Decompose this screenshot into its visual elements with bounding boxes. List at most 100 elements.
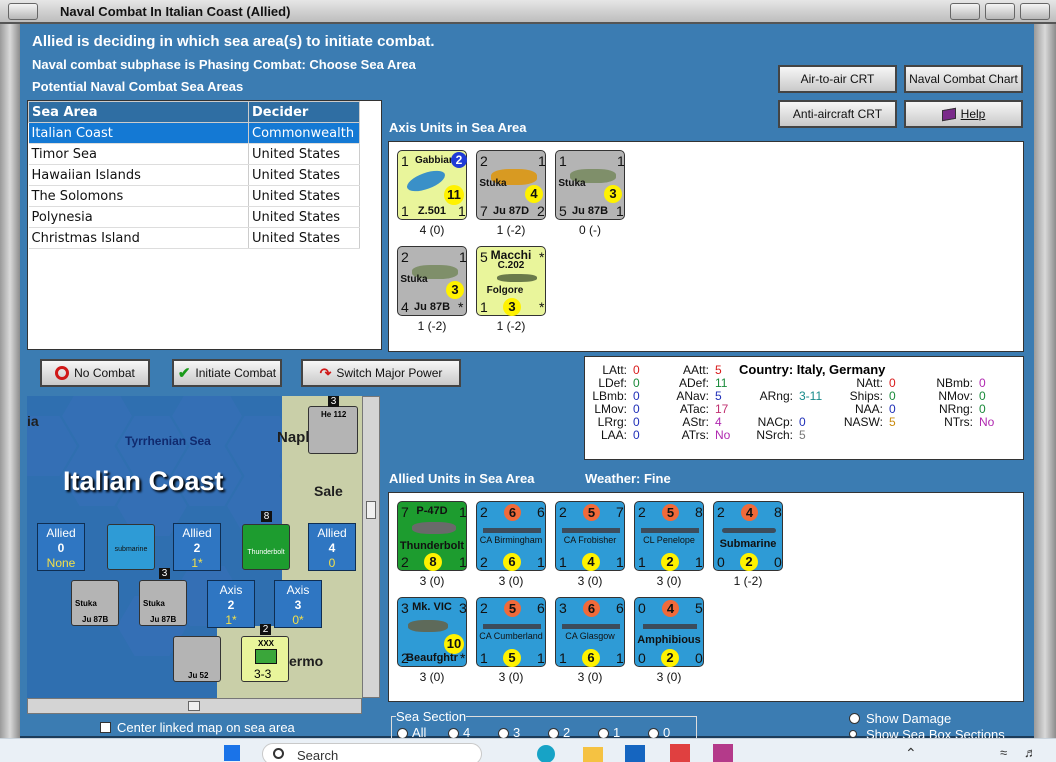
- unit-name: Stuka: [400, 274, 428, 285]
- allied-unit-cl-penelope[interactable]: 2 5 8 CL Penelope 1 2 1: [634, 501, 704, 571]
- unit-value: 1: [559, 554, 567, 570]
- unit-name: CA Birmingham: [479, 535, 543, 545]
- table-row[interactable]: Polynesia United States: [28, 206, 360, 228]
- sea-area-cell: Christmas Island: [28, 227, 249, 249]
- help-button[interactable]: Help: [904, 100, 1023, 128]
- axis-unit-stuka-d[interactable]: 2 1 Stuka 4 7 Ju 87D 2: [476, 150, 546, 220]
- app-icon[interactable]: [670, 744, 690, 762]
- table-row[interactable]: Christmas Island United States: [28, 227, 360, 249]
- sea-area-table[interactable]: Sea Area Decider Italian Coast Commonwealt…: [27, 100, 382, 350]
- table-row[interactable]: Italian Coast Commonwealth: [28, 122, 360, 144]
- show-damage-radio[interactable]: [849, 713, 860, 724]
- table-row[interactable]: Timor Sea United States: [28, 143, 360, 165]
- air-to-air-crt-button[interactable]: Air-to-air CRT: [778, 65, 897, 93]
- weather-label: Weather: Fine: [585, 471, 671, 486]
- unit-value: 1: [616, 554, 624, 570]
- taskbar: Search ⌃ ≈ ♬: [0, 738, 1056, 762]
- allied-unit-submarine[interactable]: 2 4 8 Submarine 0 2 0: [713, 501, 783, 571]
- scroll-thumb[interactable]: [366, 501, 376, 519]
- allied-unit-ca-birmingham[interactable]: 2 6 6 CA Birmingham 2 6 1: [476, 501, 546, 571]
- unit-value: 6: [616, 600, 624, 616]
- stat-label: NRng:: [938, 402, 973, 416]
- stat-label: NSrch:: [756, 428, 793, 442]
- allied-box-1[interactable]: Allied 0 None: [37, 523, 85, 571]
- map-vertical-scrollbar[interactable]: [362, 396, 380, 698]
- stat-value: 0: [889, 376, 896, 390]
- he112-counter[interactable]: He 112: [308, 406, 358, 454]
- taskbar-search-box[interactable]: Search: [262, 743, 482, 762]
- submarine-counter[interactable]: submarine: [107, 524, 155, 570]
- axis-unit-stuka-b[interactable]: 1 1 Stuka 3 5 Ju 87B 1: [555, 150, 625, 220]
- unit-sub-value: 3 (0): [656, 574, 682, 588]
- unit-value: 1: [695, 554, 703, 570]
- ju52-counter[interactable]: Ju 52: [173, 636, 221, 682]
- show-sea-box-radio[interactable]: [849, 730, 857, 738]
- chevron-up-icon[interactable]: ⌃: [905, 745, 917, 762]
- game-icon[interactable]: [713, 744, 733, 762]
- unit-sub-value: 0 (-): [579, 223, 601, 237]
- no-combat-button[interactable]: No Combat: [40, 359, 150, 387]
- switch-major-power-button[interactable]: ↷ Switch Major Power: [301, 359, 461, 387]
- naval-combat-chart-button[interactable]: Naval Combat Chart: [904, 65, 1023, 93]
- axis-box-1[interactable]: Axis 2 1*: [207, 580, 255, 628]
- unit-value: 2: [480, 504, 488, 520]
- anti-aircraft-crt-button[interactable]: Anti-aircraft CRT: [778, 100, 897, 128]
- file-explorer-icon[interactable]: [583, 747, 603, 762]
- unit-value: 6: [537, 600, 545, 616]
- unit-type: Thunderbolt: [399, 540, 465, 552]
- windows-start-icon[interactable]: [224, 745, 240, 761]
- unit-value: 1: [459, 554, 467, 570]
- unit-value: 2: [480, 600, 488, 616]
- unit-value: 1: [616, 203, 624, 219]
- unit-value: 1: [559, 650, 567, 666]
- axis-unit-gabbiano[interactable]: 1 Gabbiano 2 11 1 Z.501 1: [397, 150, 467, 220]
- anti-aircraft-label: Anti-aircraft CRT: [792, 107, 883, 121]
- thunderbolt-counter[interactable]: Thunderbolt: [242, 524, 290, 570]
- unit-value: 1: [458, 203, 466, 219]
- col-sea-area[interactable]: Sea Area: [28, 101, 249, 123]
- photos-icon[interactable]: [625, 745, 645, 762]
- window-title: Naval Combat In Italian Coast (Allied): [60, 4, 291, 19]
- table-row[interactable]: The Solomons United States: [28, 185, 360, 207]
- map-horizontal-scrollbar[interactable]: [27, 698, 362, 714]
- checkmark-icon: ✔: [177, 365, 191, 382]
- allied-unit-thunderbolt[interactable]: 7 P-47D 1 Thunderbolt 2 8 1: [397, 501, 467, 571]
- allied-unit-amphibious[interactable]: 0 4 5 Amphibious 0 2 0: [634, 597, 704, 667]
- edge-icon[interactable]: [537, 745, 555, 762]
- close-button[interactable]: [1020, 3, 1050, 20]
- wifi-icon[interactable]: ≈: [1000, 745, 1007, 760]
- axis-unit-stuka-b2[interactable]: 2 1 Stuka 3 4 Ju 87B *: [397, 246, 467, 316]
- allied-unit-beaufighter[interactable]: 3 Mk. VIC 3 10 2 Beaufghtr *: [397, 597, 467, 667]
- decider-cell: United States: [248, 227, 360, 249]
- sea-area-cell: Italian Coast: [28, 122, 249, 144]
- maximize-button[interactable]: [985, 3, 1015, 20]
- stuka-counter[interactable]: Stuka Ju 87B: [139, 580, 187, 626]
- allied-box-3[interactable]: Allied 4 0: [308, 523, 356, 571]
- unit-sub-value: 3 (0): [656, 670, 682, 684]
- box-sub: 1*: [225, 613, 237, 627]
- army-counter[interactable]: XXX 3-3: [241, 636, 289, 682]
- window-menu-button[interactable]: [8, 3, 38, 20]
- unit-value: 1: [638, 554, 646, 570]
- center-map-checkbox[interactable]: [100, 722, 111, 733]
- volume-icon[interactable]: ♬: [1024, 745, 1037, 760]
- allied-unit-ca-cumberland[interactable]: 2 5 6 CA Cumberland 1 5 1: [476, 597, 546, 667]
- minimize-button[interactable]: [950, 3, 980, 20]
- allied-unit-ca-frobisher[interactable]: 2 5 7 CA Frobisher 1 4 1: [555, 501, 625, 571]
- axis-unit-macchi[interactable]: 5 Macchi C.202 * Folgore 1 3 *: [476, 246, 546, 316]
- city-label: Sale: [314, 483, 343, 499]
- col-decider[interactable]: Decider: [248, 101, 360, 123]
- scroll-thumb[interactable]: [188, 701, 200, 711]
- axis-box-2[interactable]: Axis 3 0*: [274, 580, 322, 628]
- unit-sub-value: 1 (-2): [496, 223, 526, 237]
- linked-map-view[interactable]: Tyrrhenian Sea Italian Coast Napl Sale e…: [27, 396, 362, 698]
- initiate-combat-button[interactable]: ✔ Initiate Combat: [172, 359, 282, 387]
- sea-area-cell: The Solomons: [28, 185, 249, 207]
- title-bar[interactable]: Naval Combat In Italian Coast (Allied): [0, 0, 1056, 24]
- stuka-counter[interactable]: Stuka Ju 87B: [71, 580, 119, 626]
- right-frame-bar: [1034, 24, 1056, 738]
- table-row[interactable]: Hawaiian Islands United States: [28, 164, 360, 186]
- stat-label: Ships:: [849, 389, 883, 403]
- allied-unit-ca-glasgow[interactable]: 3 6 6 CA Glasgow 1 6 1: [555, 597, 625, 667]
- allied-box-2[interactable]: Allied 2 1*: [173, 523, 221, 571]
